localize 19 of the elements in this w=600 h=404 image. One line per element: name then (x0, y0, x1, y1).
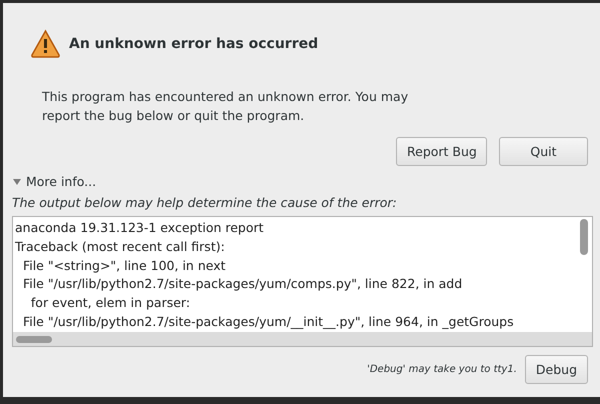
warning-icon (30, 29, 61, 58)
log-line: Traceback (most recent call first): (15, 238, 226, 256)
hint-text: The output below may help determine the cause of the error: (12, 195, 398, 210)
dialog-title: An unknown error has occurred (69, 36, 318, 52)
scrollbar-thumb[interactable] (580, 219, 588, 255)
debug-note: 'Debug' may take you to tty1. (367, 364, 517, 375)
more-info-expander[interactable]: More info... (12, 174, 96, 189)
quit-button[interactable]: Quit (499, 137, 588, 166)
log-line: anaconda 19.31.123-1 exception report (15, 219, 265, 237)
debug-button[interactable]: Debug (524, 355, 588, 384)
log-line: File "<string>", line 100, in next (22, 256, 227, 275)
expander-arrow-icon (12, 176, 22, 186)
scrollbar-thumb[interactable] (16, 336, 52, 343)
report-bug-button[interactable]: Report Bug (396, 137, 487, 166)
log-line: File "/usr/lib/python2.7/site-packages/yum/comps.py", line 822, in add (22, 275, 464, 294)
horizontal-scrollbar[interactable] (13, 332, 592, 346)
error-message: This program has encountered an unknown error. You may report the bug below or quit the program. (42, 88, 410, 125)
log-line: for event, elem in parser: (30, 294, 192, 312)
log-line: File "/usr/lib/python2.7/site-packages/yum/__init__.py", line 964, in _getGroups (22, 312, 515, 329)
